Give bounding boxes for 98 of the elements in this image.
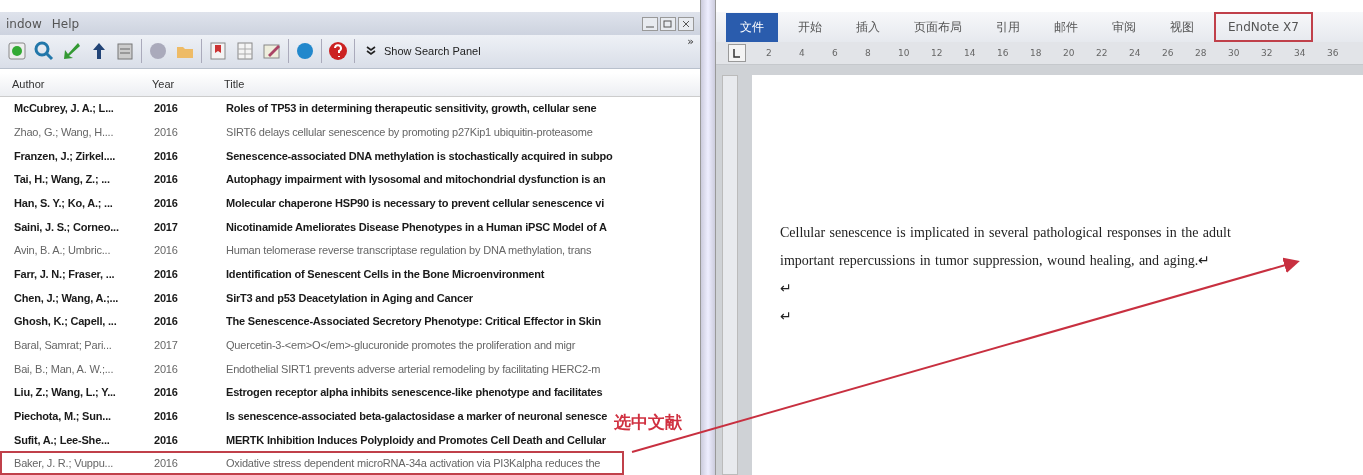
author-cell-text: Farr, J. N.; Fraser, ... <box>14 268 116 280</box>
title-cell-text: Senescence-associated DNA methylation is stochastically acquired in subpo <box>226 149 614 162</box>
document-text: Cellular senescence is implicated in several pathological responses in the adult <box>780 224 1232 242</box>
ribbon-tab[interactable]: 引用 <box>982 12 1034 42</box>
year-cell-text: 2016 <box>154 386 179 399</box>
menu-item[interactable]: indow <box>6 16 42 31</box>
add-icon[interactable] <box>6 40 28 63</box>
document-text: important repercussions in tumor suppression, wound healing, and aging.↵ <box>780 252 1212 270</box>
ruler-number: 14 <box>964 48 977 58</box>
ruler-number: 30 <box>1228 48 1241 58</box>
title-cell-text: Quercetin-3-<em>O</em>-glucuronide promotes the proliferation and migr <box>226 339 577 351</box>
ruler-number: 10 <box>898 48 911 58</box>
ruler-number: 26 <box>1162 48 1175 58</box>
author-cell-text: Chen, J.; Wang, A.;... <box>14 291 120 304</box>
ruler-number: 36 <box>1327 48 1340 58</box>
year-cell-text: 2016 <box>154 102 179 115</box>
show-search-panel-button[interactable]: Show Search Panel <box>360 43 487 60</box>
author-cell-text: McCubrey, J. A.; L... <box>14 102 115 115</box>
title-cell-text: SirT3 and p53 Deacetylation in Aging and Cancer <box>226 291 474 304</box>
menu-item[interactable]: Help <box>51 16 80 31</box>
ribbon-tab[interactable]: EndNote X7 <box>1214 12 1313 42</box>
author-cell-text: Piechota, M.; Sun... <box>14 409 112 422</box>
title-cell-text: Nicotinamide Ameliorates Disease Phenotypes in a Human iPSC Model of A <box>226 220 608 233</box>
ruler-number: 12 <box>931 48 944 58</box>
ruler-number: 20 <box>1063 48 1076 58</box>
year-cell-text: 2016 <box>154 126 179 139</box>
ribbon-tab[interactable]: 文件 <box>726 12 778 42</box>
document-text: ↵ <box>780 308 793 326</box>
author-cell-text: Saini, J. S.; Corneo... <box>14 220 120 233</box>
author-cell-text: Tai, H.; Wang, Z.; ... <box>14 173 111 186</box>
ruler-number: 16 <box>997 48 1010 58</box>
ruler-number: 4 <box>799 48 806 58</box>
year-cell-text: 2016 <box>154 268 179 280</box>
year-cell-text: 2016 <box>154 457 179 470</box>
ribbon-tab[interactable]: 邮件 <box>1040 12 1092 42</box>
double-down-icon <box>366 46 376 57</box>
year-cell-text: 2016 <box>154 315 179 328</box>
author-cell-text: Baker, J. R.; Vuppu... <box>14 457 115 470</box>
annotation-label: 选中文献 <box>614 412 682 432</box>
author-cell-text: Baral, Samrat; Pari... <box>14 339 113 351</box>
ruler-number: 8 <box>865 48 872 58</box>
author-cell-text: Ghosh, K.; Capell, ... <box>14 315 118 328</box>
column-header[interactable]: Year <box>152 78 224 91</box>
column-header[interactable]: Title <box>224 78 700 91</box>
year-cell-text: 2016 <box>154 244 179 257</box>
ribbon-tab[interactable]: 开始 <box>784 12 836 42</box>
ribbon-tab[interactable]: 视图 <box>1156 12 1208 42</box>
ruler-number: 24 <box>1129 48 1142 58</box>
year-cell-text: 2017 <box>154 220 179 233</box>
author-cell-text: Franzen, J.; Zirkel.... <box>14 149 117 162</box>
overflow-chevron[interactable]: » <box>687 35 694 48</box>
title-cell-text: Molecular chaperone HSP90 is necessary to prevent cellular senescence vi <box>226 197 606 210</box>
title-cell-text: The Senescence-Associated Secretory Phenotype: Critical Effector in Skin <box>226 315 602 328</box>
title-cell-text: SIRT6 delays cellular senescence by promoting p27Kip1 ubiquitin-proteasome <box>226 126 594 139</box>
ruler-number: 32 <box>1261 48 1274 58</box>
ribbon-tab[interactable]: 页面布局 <box>900 12 976 42</box>
year-cell-text: 2016 <box>154 362 179 375</box>
ruler-number: 22 <box>1096 48 1109 58</box>
year-cell-text: 2016 <box>154 433 179 446</box>
column-header[interactable]: Author <box>12 78 152 91</box>
title-cell-text: Estrogen receptor alpha inhibits senescence-like phenotype and facilitates <box>226 386 604 399</box>
year-cell-text: 2016 <box>154 197 179 210</box>
bookmark-icon[interactable] <box>207 40 229 63</box>
document-text: ↵ <box>780 280 793 298</box>
author-cell-text: Liu, Z.; Wang, L.; Y... <box>14 386 117 399</box>
ruler-number: 34 <box>1294 48 1307 58</box>
close-icon[interactable] <box>678 16 694 31</box>
help-icon[interactable] <box>327 40 349 63</box>
ribbon-tab[interactable]: 插入 <box>842 12 894 42</box>
minimize-icon[interactable] <box>642 16 658 31</box>
ruler-number: 28 <box>1195 48 1208 58</box>
ribbon-tab[interactable]: 审阅 <box>1098 12 1150 42</box>
document-icon[interactable] <box>114 40 136 63</box>
author-cell-text: Avin, B. A.; Umbric... <box>14 244 112 257</box>
author-cell-text: Han, S. Y.; Ko, A.; ... <box>14 197 114 210</box>
splitter-bar[interactable] <box>700 0 716 475</box>
title-cell-text: Human telomerase reverse transcriptase regulation by DNA methylation, trans <box>226 244 593 257</box>
search-icon[interactable] <box>33 40 55 63</box>
author-cell-text: Zhao, G.; Wang, H.... <box>14 126 115 139</box>
title-cell-text: Is senescence-associated beta-galactosidase a marker of neuronal senesce <box>226 409 609 422</box>
tab-stop-icon[interactable] <box>728 44 746 62</box>
year-cell-text: 2016 <box>154 173 179 186</box>
ruler-number: 2 <box>766 48 773 58</box>
title-cell-text: Endothelial SIRT1 prevents adverse arterial remodeling by facilitating HERC2-m <box>226 362 602 375</box>
title-cell-text: Oxidative stress dependent microRNA-34a activation via PI3Kalpha reduces the <box>226 457 602 470</box>
year-cell-text: 2016 <box>154 409 179 422</box>
author-cell-text: Bai, B.; Man, A. W.;... <box>14 362 115 375</box>
year-cell-text: 2016 <box>154 149 179 162</box>
title-cell-text: Autophagy impairment with lysosomal and mitochondrial dysfunction is an <box>226 173 607 186</box>
grid-icon[interactable] <box>234 40 256 63</box>
year-cell-text: 2016 <box>154 291 179 304</box>
title-cell-text: Identification of Senescent Cells in the Bone Microenvironment <box>226 268 546 280</box>
ruler-number: 6 <box>832 48 839 58</box>
author-cell-text: Sufit, A.; Lee-She... <box>14 433 111 446</box>
title-cell-text: MERTK Inhibition Induces Polyploidy and Promotes Cell Death and Cellular <box>226 433 607 446</box>
ruler-number: 18 <box>1030 48 1043 58</box>
title-cell-text: Roles of TP53 in determining therapeutic sensitivity, growth, cellular sene <box>226 102 598 115</box>
year-cell-text: 2017 <box>154 339 179 351</box>
